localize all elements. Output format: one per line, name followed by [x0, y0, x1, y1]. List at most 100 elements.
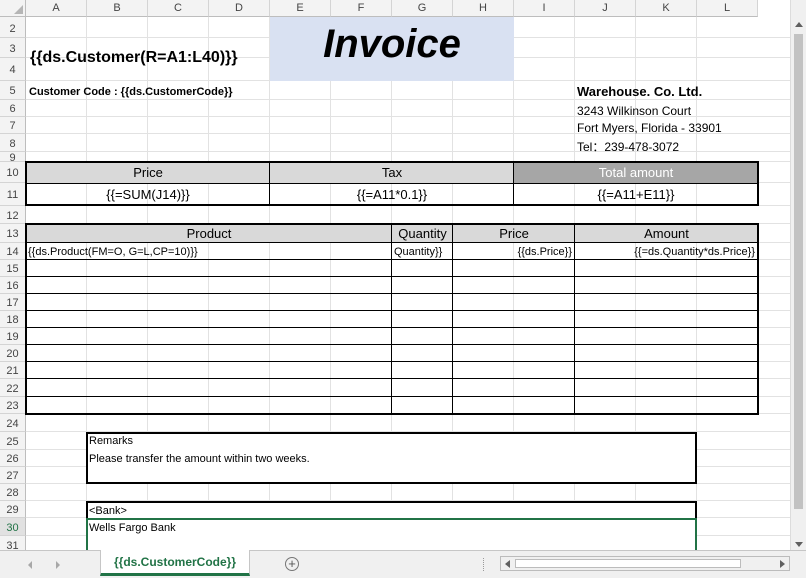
- row-header-21[interactable]: 21: [0, 362, 26, 379]
- row-header-7[interactable]: 7: [0, 117, 26, 134]
- scroll-right-icon[interactable]: [780, 560, 785, 568]
- detail-row-divider: [26, 259, 758, 260]
- row-header-17[interactable]: 17: [0, 294, 26, 311]
- total-formula: {{=A11+E11}}: [597, 187, 675, 202]
- product-formula: {{ds.Product(FM=O, G=L,CP=10)}}: [28, 246, 198, 258]
- spreadsheet-grid[interactable]: ABCDEFGHIJKL 2 3 4 5 6 7 8 9 10 11 12 13 14 15 16 17 18 1…: [0, 0, 790, 550]
- row-header-8[interactable]: 8: [0, 134, 26, 152]
- tab-scroll-left-icon[interactable]: [28, 561, 32, 569]
- detail-price-header: Price: [499, 226, 529, 241]
- row-header-29[interactable]: 29: [0, 501, 26, 518]
- detail-row-divider: [26, 378, 758, 379]
- row-header-15[interactable]: 15: [0, 260, 26, 277]
- row-header-22[interactable]: 22: [0, 379, 26, 397]
- column-header-E[interactable]: E: [270, 0, 331, 17]
- customer-formula: {{ds.Customer(R=A1:L40)}}: [30, 49, 238, 66]
- detail-border-top: [25, 223, 759, 225]
- quantity-formula: Quantity}}: [394, 246, 443, 258]
- row-header-16[interactable]: 16: [0, 277, 26, 294]
- row-header-30[interactable]: 30: [0, 518, 26, 536]
- horizontal-scroll-thumb[interactable]: [515, 559, 741, 568]
- company-name: Warehouse. Co. Ltd.: [577, 84, 703, 99]
- row-header-20[interactable]: 20: [0, 345, 26, 362]
- detail-row-divider: [26, 242, 758, 243]
- sheet-tab-active[interactable]: {{ds.CustomerCode}}: [100, 550, 250, 576]
- bank-label: <Bank>: [89, 505, 127, 517]
- row-header-25[interactable]: 25: [0, 432, 26, 450]
- column-header-I[interactable]: I: [514, 0, 575, 17]
- customer-code: Customer Code : {{ds.CustomerCode}}: [29, 86, 233, 98]
- column-header-J[interactable]: J: [575, 0, 636, 17]
- column-header-C[interactable]: C: [148, 0, 209, 17]
- sheet-tab-bar: {{ds.CustomerCode}} +: [0, 550, 806, 578]
- scroll-left-icon[interactable]: [505, 560, 510, 568]
- invoice-title: Invoice: [323, 22, 461, 66]
- company-tel: Tel：239-478-3072: [577, 140, 680, 154]
- price-formula-cell: {{ds.Price}}: [517, 246, 572, 258]
- row-header-18[interactable]: 18: [0, 311, 26, 328]
- row-header-9[interactable]: 9: [0, 152, 26, 164]
- vertical-scroll-thumb[interactable]: [794, 34, 803, 509]
- vertical-scrollbar[interactable]: [790, 0, 806, 550]
- price-formula: {{=SUM(J14)}}: [106, 187, 190, 202]
- price-label: Price: [133, 165, 163, 180]
- tab-scroll-right-icon[interactable]: [56, 561, 60, 569]
- column-header-A[interactable]: A: [26, 0, 87, 17]
- column-header-H[interactable]: H: [453, 0, 514, 17]
- detail-column-divider: [391, 223, 392, 414]
- column-header-K[interactable]: K: [636, 0, 697, 17]
- column-header-D[interactable]: D: [209, 0, 270, 17]
- row-header-4[interactable]: 4: [0, 58, 26, 81]
- row-header-14[interactable]: 14: [0, 243, 26, 260]
- column-header-F[interactable]: F: [331, 0, 392, 17]
- bank-name: Wells Fargo Bank: [89, 522, 176, 534]
- row-header-26[interactable]: 26: [0, 450, 26, 467]
- row-header-2[interactable]: 2: [0, 17, 26, 38]
- select-all-corner[interactable]: [0, 0, 26, 17]
- horizontal-scrollbar[interactable]: [500, 556, 790, 571]
- row-header-24[interactable]: 24: [0, 414, 26, 432]
- row-header-27[interactable]: 27: [0, 467, 26, 484]
- add-sheet-icon[interactable]: +: [285, 557, 299, 571]
- column-header-G[interactable]: G: [392, 0, 453, 17]
- row-header-10[interactable]: 10: [0, 162, 26, 183]
- remarks-label: Remarks: [89, 435, 134, 447]
- detail-border-right: [757, 223, 759, 415]
- total-amount-label: Total amount: [598, 165, 674, 180]
- gridline-row: [26, 99, 790, 100]
- scroll-down-icon[interactable]: [795, 542, 803, 547]
- row-header-19[interactable]: 19: [0, 328, 26, 345]
- company-address-line1: 3243 Wilkinson Court: [577, 104, 692, 118]
- selected-cell-border[interactable]: [86, 518, 697, 550]
- remarks-text: Please transfer the amount within two we…: [89, 453, 310, 465]
- detail-row-divider: [26, 361, 758, 362]
- amount-header: Amount: [644, 226, 689, 241]
- tax-label: Tax: [381, 165, 403, 180]
- row-header-28[interactable]: 28: [0, 484, 26, 501]
- company-address-line2: Fort Myers, Florida - 33901: [577, 121, 722, 135]
- column-header-L[interactable]: L: [697, 0, 758, 17]
- detail-row-divider: [26, 396, 758, 397]
- row-header-11[interactable]: 11: [0, 183, 26, 206]
- row-header-13[interactable]: 13: [0, 224, 26, 243]
- row-header-6[interactable]: 6: [0, 100, 26, 117]
- detail-border-bottom: [25, 413, 759, 415]
- amount-formula: {{=ds.Quantity*ds.Price}}: [634, 246, 755, 258]
- detail-row-divider: [26, 344, 758, 345]
- detail-row-divider: [26, 327, 758, 328]
- row-header-3[interactable]: 3: [0, 38, 26, 58]
- tax-formula: {{=A11*0.1}}: [356, 187, 428, 202]
- detail-row-divider: [26, 276, 758, 277]
- detail-border-left: [25, 223, 27, 415]
- row-header-5[interactable]: 5: [0, 81, 26, 100]
- row-header-23[interactable]: 23: [0, 397, 26, 414]
- product-header: Product: [186, 226, 232, 241]
- column-header-B[interactable]: B: [87, 0, 148, 17]
- row-header-12[interactable]: 12: [0, 206, 26, 224]
- quantity-header: Quantity: [398, 226, 447, 241]
- row-header-31[interactable]: 31: [0, 536, 26, 550]
- detail-row-divider: [26, 293, 758, 294]
- sheet-tab-label: {{ds.CustomerCode}}: [113, 555, 237, 569]
- sheet-options-icon[interactable]: [483, 558, 487, 571]
- scroll-up-icon[interactable]: [795, 22, 803, 27]
